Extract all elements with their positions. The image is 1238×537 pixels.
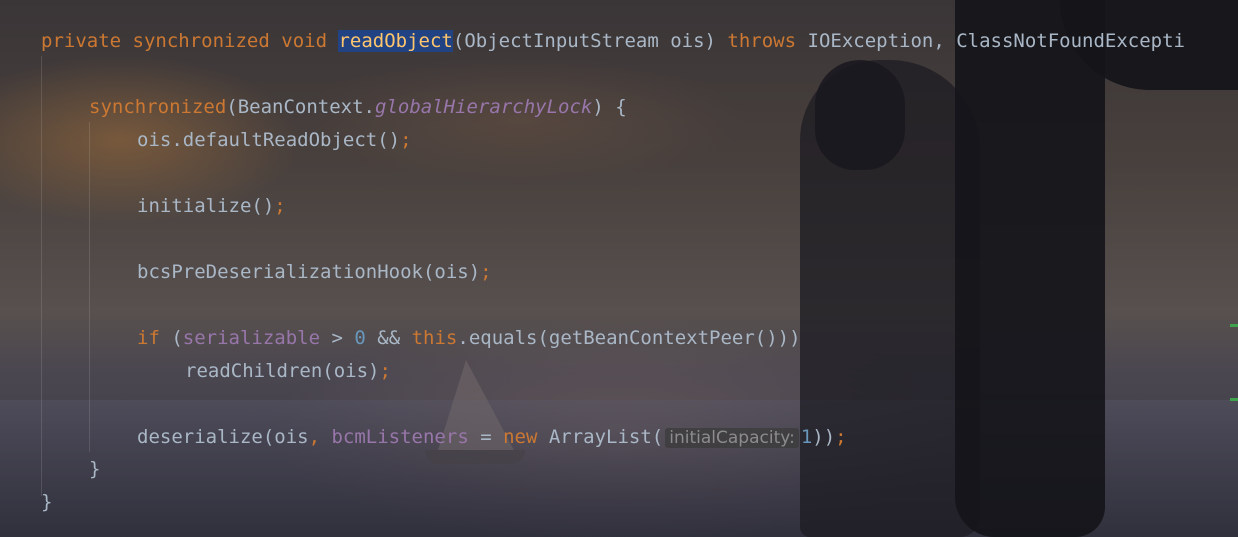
wallpaper-tree-trunk (955, 0, 1105, 537)
code-line-method-signature[interactable]: private synchronized void readObject(Obj… (41, 29, 1185, 53)
code-text: (BeanContext. (226, 96, 375, 118)
method-params: (ObjectInputStream ois) (452, 30, 728, 52)
code-text: ois.defaultReadObject() (137, 129, 401, 151)
code-line-if-condition[interactable]: if (serializable > 0 && this.equals(getB… (137, 326, 801, 350)
semicolon: ; (379, 360, 391, 382)
keyword-throws: throws (727, 30, 797, 52)
closing-brace: } (41, 491, 53, 513)
code-line-close-brace[interactable]: } (89, 457, 100, 481)
operator: && (365, 327, 412, 349)
code-text: ) { (592, 96, 627, 118)
gutter-change-marker[interactable] (1230, 398, 1238, 401)
gutter-change-marker[interactable] (1230, 324, 1238, 327)
indent-guide (41, 56, 42, 496)
comma: , (308, 426, 332, 448)
wallpaper-boat-hull (425, 450, 525, 464)
operator: > (320, 327, 355, 349)
code-text: .equals(getBeanContextPeer())) (457, 327, 801, 349)
keyword-void: void (281, 30, 328, 52)
code-text: )) (812, 426, 836, 448)
code-text: deserialize(ois (137, 426, 309, 448)
static-field: globalHierarchyLock (375, 96, 593, 118)
semicolon: ; (400, 129, 412, 151)
keyword-synchronized: synchronized (132, 30, 270, 52)
code-text: ArrayList( (537, 426, 664, 448)
code-text: readChildren(ois) (185, 360, 380, 382)
code-line-default-read-object[interactable]: ois.defaultReadObject(); (137, 128, 412, 152)
keyword-private: private (41, 30, 122, 52)
field-reference: bcmListeners (331, 426, 469, 448)
number-literal: 0 (354, 327, 366, 349)
code-line-pre-deserialization-hook[interactable]: bcsPreDeserializationHook(ois); (137, 260, 492, 284)
code-line-initialize[interactable]: initialize(); (137, 194, 286, 218)
number-literal: 1 (800, 426, 813, 448)
keyword-if: if (137, 327, 160, 349)
code-line-synchronized-block[interactable]: synchronized(BeanContext.globalHierarchy… (89, 95, 627, 119)
keyword-synchronized: synchronized (89, 96, 227, 118)
code-line-close-brace[interactable]: } (41, 490, 52, 514)
keyword-new: new (503, 426, 538, 448)
parameter-name-hint: initialCapacity: (665, 428, 799, 448)
code-text: ( (159, 327, 183, 349)
semicolon: ; (480, 261, 492, 283)
code-text: bcsPreDeserializationHook(ois) (137, 261, 481, 283)
wallpaper-figure-head (815, 60, 905, 170)
operator: = (468, 426, 504, 448)
closing-brace: } (89, 458, 101, 480)
exception-list: IOException, ClassNotFoundExcepti (796, 30, 1186, 52)
semicolon: ; (835, 426, 847, 448)
code-line-deserialize[interactable]: deserialize(ois, bcmListeners = new Arra… (137, 425, 847, 450)
keyword-this: this (411, 327, 458, 349)
semicolon: ; (274, 195, 286, 217)
code-line-read-children[interactable]: readChildren(ois); (185, 359, 391, 383)
field-reference: serializable (182, 327, 321, 349)
code-text: initialize() (137, 195, 275, 217)
method-name-selected[interactable]: readObject (338, 30, 453, 52)
indent-guide (89, 122, 90, 452)
